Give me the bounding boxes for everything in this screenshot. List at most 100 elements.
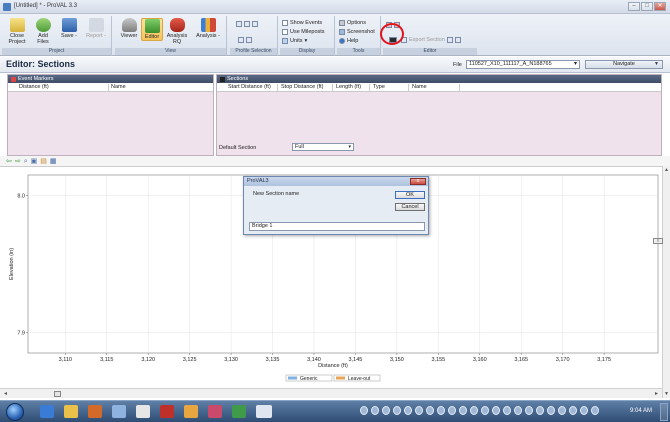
print-icon[interactable]: ▦ bbox=[50, 158, 57, 165]
close-window-button[interactable]: ✕ bbox=[654, 2, 666, 11]
outlook-icon[interactable] bbox=[184, 405, 198, 418]
explorer-icon[interactable] bbox=[64, 405, 78, 418]
start-button[interactable] bbox=[6, 403, 24, 421]
column-header[interactable]: Type bbox=[371, 84, 409, 91]
event-markers-panel: Event Markers Distance (ft) Name bbox=[7, 74, 214, 156]
tray-icon[interactable] bbox=[404, 406, 412, 415]
tray-icon[interactable] bbox=[558, 406, 566, 415]
tray-icon[interactable] bbox=[591, 406, 599, 415]
editor-icon bbox=[144, 19, 160, 33]
zoom-extent-icon[interactable]: ▣ bbox=[31, 158, 38, 165]
tray-icon[interactable] bbox=[360, 406, 368, 415]
close-project-button[interactable]: Close Project bbox=[6, 18, 28, 45]
profile-selection-grid[interactable] bbox=[238, 36, 252, 43]
tray-icon[interactable] bbox=[580, 406, 588, 415]
ok-button[interactable]: OK bbox=[395, 191, 425, 199]
forward-arrow-icon[interactable]: ⇨ bbox=[15, 158, 21, 165]
tray-icon[interactable] bbox=[371, 406, 379, 415]
grid-icon bbox=[238, 36, 244, 43]
page-title: Editor: Sections bbox=[6, 59, 76, 69]
tray-icon[interactable] bbox=[514, 406, 522, 415]
excel-icon[interactable] bbox=[232, 405, 246, 418]
vertical-scrollbar[interactable]: ▲ ▼ bbox=[662, 166, 670, 398]
scroll-left-icon[interactable]: ◂ bbox=[4, 390, 7, 397]
maximize-button[interactable]: □ bbox=[641, 2, 653, 11]
minimize-button[interactable]: – bbox=[628, 2, 640, 11]
scroll-down-icon[interactable]: ▼ bbox=[664, 391, 669, 397]
file-select[interactable]: 110527_X10_111117_A_N188765 bbox=[466, 60, 580, 69]
save-icon bbox=[61, 18, 77, 32]
app-icon[interactable] bbox=[136, 405, 150, 418]
column-header[interactable]: Start Distance (ft) bbox=[226, 84, 278, 91]
scroll-up-icon[interactable]: ▲ bbox=[664, 167, 669, 173]
scroll-right-icon[interactable]: ▸ bbox=[655, 390, 658, 397]
tray-icon[interactable] bbox=[547, 406, 555, 415]
column-header[interactable]: Distance (ft) bbox=[17, 84, 109, 91]
tray-icon[interactable] bbox=[459, 406, 467, 415]
proval-taskbar-icon[interactable] bbox=[256, 405, 272, 418]
viewer-button[interactable]: Viewer bbox=[118, 18, 140, 39]
profile-arrow-icon bbox=[252, 20, 258, 27]
tray-icon[interactable] bbox=[470, 406, 478, 415]
tray-icon[interactable] bbox=[492, 406, 500, 415]
media-icon[interactable] bbox=[88, 405, 102, 418]
zoom-icon[interactable]: ⌕ bbox=[24, 158, 28, 165]
tray-icon[interactable] bbox=[525, 406, 533, 415]
options-button[interactable]: Options bbox=[339, 19, 366, 26]
units-dropdown[interactable]: Units ▾ bbox=[282, 37, 307, 44]
tray-icon[interactable] bbox=[393, 406, 401, 415]
show-events-toggle[interactable]: Show Events bbox=[282, 19, 322, 26]
analysis-rq-button[interactable]: Analysis RQ bbox=[165, 18, 189, 45]
tray-icon[interactable] bbox=[426, 406, 434, 415]
default-section-select[interactable]: Full bbox=[292, 143, 354, 151]
tray-icon[interactable] bbox=[481, 406, 489, 415]
column-header[interactable]: Stop Distance (ft) bbox=[279, 84, 333, 91]
x-axis: 3,110 3,115 3,120 3,125 3,130 3,135 3,140 3,145… bbox=[59, 353, 611, 363]
project-group: Close Project Add Files Save - Report - … bbox=[2, 16, 112, 56]
tools-group-label: Tools bbox=[337, 48, 380, 55]
column-header[interactable]: Name bbox=[410, 84, 460, 91]
tray-icon[interactable] bbox=[503, 406, 511, 415]
app-icon[interactable] bbox=[112, 405, 126, 418]
ie-icon[interactable] bbox=[40, 405, 54, 418]
splitter-handle[interactable]: ≡ bbox=[653, 238, 663, 244]
scroll-thumb[interactable] bbox=[54, 391, 61, 397]
copy-icon[interactable]: ▤ bbox=[40, 158, 47, 165]
editor-button[interactable]: Editor bbox=[141, 18, 163, 41]
cancel-button[interactable]: Cancel bbox=[395, 203, 425, 211]
file-label: File bbox=[453, 62, 462, 68]
show-desktop-button[interactable] bbox=[660, 403, 668, 421]
profile-arrow-icon bbox=[236, 20, 242, 27]
use-mileposts-toggle[interactable]: Use Mileposts bbox=[282, 28, 325, 35]
close-icon[interactable]: x bbox=[410, 178, 426, 185]
tray-icon[interactable] bbox=[415, 406, 423, 415]
add-files-button[interactable]: Add Files bbox=[32, 18, 54, 45]
tray-icon[interactable] bbox=[448, 406, 456, 415]
tray-icon[interactable] bbox=[437, 406, 445, 415]
back-arrow-icon[interactable]: ⇦ bbox=[6, 158, 12, 165]
screenshot-button[interactable]: Screenshot bbox=[339, 28, 375, 35]
save-button[interactable]: Save - bbox=[58, 18, 80, 39]
section-name-input[interactable]: Bridge 1 bbox=[249, 222, 425, 231]
column-header[interactable]: Length (ft) bbox=[334, 84, 370, 91]
navigate-button[interactable]: Navigate bbox=[585, 60, 663, 69]
analysis-button[interactable]: Analysis - bbox=[193, 18, 223, 39]
app-icon[interactable] bbox=[208, 405, 222, 418]
tray-icon[interactable] bbox=[569, 406, 577, 415]
window-controls: – □ ✕ bbox=[628, 2, 666, 11]
pdf-icon[interactable] bbox=[160, 405, 174, 418]
help-button[interactable]: Help bbox=[339, 37, 358, 44]
clock[interactable]: 9:04 AM bbox=[630, 408, 652, 414]
taskbar: 9:04 AM bbox=[0, 400, 670, 422]
tray-icon[interactable] bbox=[536, 406, 544, 415]
export-extra-icon bbox=[454, 36, 461, 43]
horizontal-scrollbar[interactable]: ◂ ▸ bbox=[0, 388, 662, 398]
profile-selection-arrows[interactable] bbox=[236, 20, 258, 27]
report-button[interactable]: Report - bbox=[84, 18, 108, 39]
column-header[interactable]: Name bbox=[109, 84, 214, 91]
app-icon[interactable] bbox=[3, 3, 11, 11]
y-axis: 8.0 7.9 bbox=[17, 194, 28, 336]
tray-icon[interactable] bbox=[382, 406, 390, 415]
x-tick-label: 3,110 bbox=[59, 357, 72, 363]
export-section-button[interactable]: Export Section bbox=[401, 36, 461, 43]
